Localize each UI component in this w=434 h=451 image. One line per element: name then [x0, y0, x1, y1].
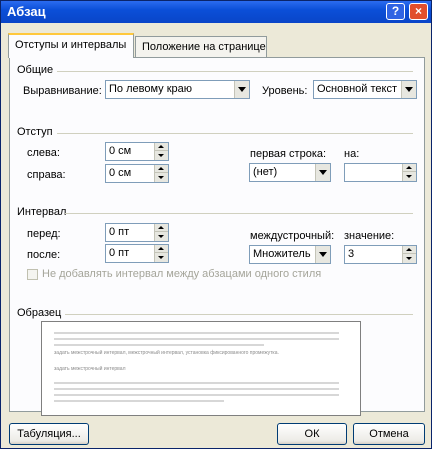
- indent-by-label: на:: [344, 148, 360, 160]
- tab-label: Положение на странице: [142, 41, 266, 53]
- dont-add-space-checkbox[interactable]: [27, 269, 38, 280]
- line-spacing-select[interactable]: Множитель: [249, 245, 331, 264]
- indent-right-stepper[interactable]: 0 см: [105, 164, 169, 183]
- tab-label: Отступы и интервалы: [15, 39, 127, 51]
- level-label: Уровень:: [262, 85, 308, 97]
- spacing-at-value: 3: [348, 248, 355, 260]
- ok-button[interactable]: ОК: [277, 423, 347, 445]
- first-line-value: (нет): [253, 166, 278, 178]
- indent-left-stepper[interactable]: 0 см: [105, 142, 169, 161]
- help-button[interactable]: ?: [386, 3, 405, 20]
- spin-up-icon[interactable]: [154, 143, 168, 151]
- preview-line: [54, 382, 339, 384]
- line-spacing-label: междустрочный:: [250, 230, 335, 242]
- preview-text: задать межстрочный интервал: [54, 366, 126, 372]
- group-divider: [57, 71, 413, 72]
- dialog-title: Абзац: [7, 4, 46, 19]
- indent-left-label: слева:: [27, 147, 60, 159]
- alignment-label: Выравнивание:: [23, 85, 102, 97]
- spin-up-icon[interactable]: [402, 164, 416, 172]
- spin-down-icon[interactable]: [154, 253, 168, 262]
- indent-right-value: 0 см: [109, 167, 132, 179]
- spin-down-icon[interactable]: [402, 172, 416, 181]
- dont-add-space-label: Не добавлять интервал между абзацами одн…: [42, 268, 322, 280]
- spacing-before-value: 0 пт: [109, 226, 130, 238]
- spacing-after-stepper[interactable]: 0 пт: [105, 244, 169, 263]
- indent-right-label: справа:: [27, 169, 66, 181]
- chevron-down-icon[interactable]: [401, 81, 416, 98]
- preview-line: [54, 388, 339, 390]
- preview-line: [54, 344, 264, 346]
- spin-down-icon[interactable]: [154, 173, 168, 182]
- line-spacing-value: Множитель: [253, 248, 311, 260]
- alignment-select[interactable]: По левому краю: [105, 80, 250, 99]
- spin-up-icon[interactable]: [154, 224, 168, 232]
- indent-group-title: Отступ: [17, 126, 53, 138]
- alignment-value: По левому краю: [109, 83, 192, 95]
- spacing-group-title: Интервал: [17, 206, 67, 218]
- paragraph-preview: задать межстрочный интервал, межстрочный…: [41, 321, 361, 416]
- first-line-select[interactable]: (нет): [249, 163, 331, 182]
- title-bar[interactable]: Абзац ? ×: [1, 1, 431, 23]
- first-line-label: первая строка:: [250, 148, 327, 160]
- chevron-down-icon[interactable]: [315, 246, 330, 263]
- spacing-at-label: значение:: [344, 230, 395, 242]
- spin-up-icon[interactable]: [402, 246, 416, 254]
- tab-line-and-page-breaks[interactable]: Положение на странице: [135, 36, 267, 57]
- spacing-before-label: перед:: [27, 228, 61, 240]
- preview-line: [54, 332, 339, 334]
- spin-down-icon[interactable]: [402, 254, 416, 263]
- close-button[interactable]: ×: [409, 3, 428, 20]
- chevron-down-icon[interactable]: [234, 81, 249, 98]
- tabs-button[interactable]: Табуляция...: [9, 423, 89, 445]
- preview-line: [54, 400, 224, 402]
- preview-line: [54, 338, 339, 340]
- indent-by-stepper[interactable]: [344, 163, 417, 182]
- spacing-after-value: 0 пт: [109, 247, 130, 259]
- cancel-button[interactable]: Отмена: [353, 423, 425, 445]
- preview-line: [54, 394, 339, 396]
- group-divider: [65, 314, 413, 315]
- spin-down-icon[interactable]: [154, 151, 168, 160]
- group-divider: [65, 213, 413, 214]
- spin-up-icon[interactable]: [154, 245, 168, 253]
- spacing-at-stepper[interactable]: 3: [344, 245, 417, 264]
- paragraph-dialog: Абзац ? × Отступы и интервалы Положение …: [0, 0, 432, 449]
- preview-text: задать межстрочный интервал, межстрочный…: [54, 350, 279, 356]
- level-select[interactable]: Основной текст: [313, 80, 417, 99]
- level-value: Основной текст: [317, 83, 397, 95]
- spin-up-icon[interactable]: [154, 165, 168, 173]
- preview-group-title: Образец: [17, 307, 62, 319]
- chevron-down-icon[interactable]: [315, 164, 330, 181]
- spacing-after-label: после:: [27, 249, 61, 261]
- group-divider: [57, 133, 413, 134]
- general-group-title: Общие: [17, 64, 54, 76]
- indent-left-value: 0 см: [109, 145, 132, 157]
- spacing-before-stepper[interactable]: 0 пт: [105, 223, 169, 242]
- tab-indents-and-spacing[interactable]: Отступы и интервалы: [8, 33, 134, 58]
- spin-down-icon[interactable]: [154, 232, 168, 241]
